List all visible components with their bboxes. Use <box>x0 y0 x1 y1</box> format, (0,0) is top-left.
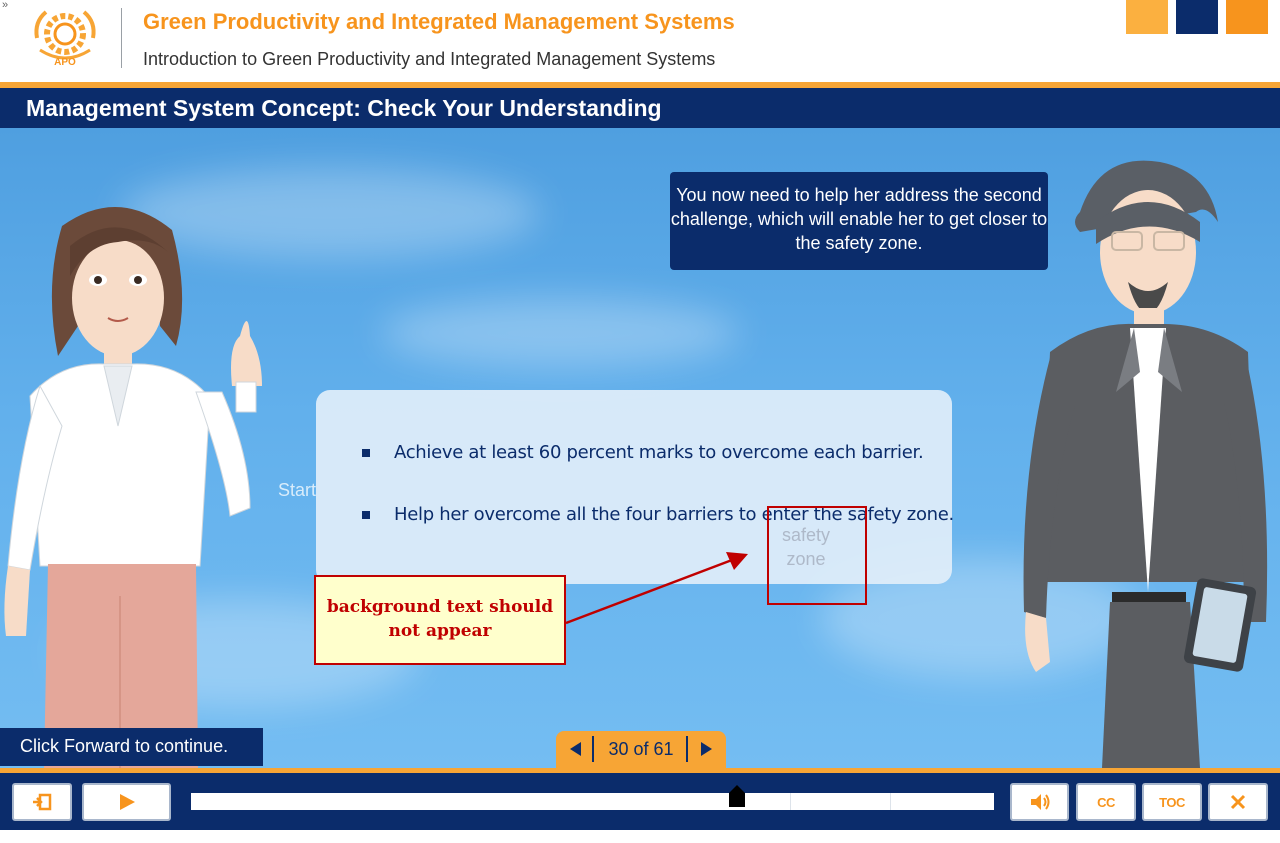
woman-character <box>4 206 262 768</box>
exit-icon <box>33 793 52 811</box>
pager-divider <box>686 736 688 762</box>
previous-slide-icon[interactable] <box>566 739 586 759</box>
brand-square-orange <box>1226 0 1268 34</box>
progress-tick <box>790 793 791 810</box>
captions-label: CC <box>1097 795 1115 810</box>
exit-button[interactable] <box>12 783 72 821</box>
brand-square-orange-light <box>1126 0 1168 34</box>
course-player: » APO Green Productivity and Integrated … <box>0 0 1280 843</box>
progress-handle[interactable] <box>729 785 746 807</box>
volume-icon <box>1030 794 1049 810</box>
next-slide-icon[interactable] <box>696 739 716 759</box>
pager-divider <box>592 736 594 762</box>
course-header: » APO Green Productivity and Integrated … <box>0 0 1280 82</box>
close-icon <box>1230 794 1246 810</box>
slide-stage: You now need to help her address the sec… <box>0 128 1280 768</box>
slide-pager: 30 of 61 <box>556 731 726 768</box>
apo-logo: APO <box>34 10 96 68</box>
toc-button[interactable]: TOC <box>1142 783 1202 821</box>
play-button[interactable] <box>82 783 171 821</box>
toc-label: TOC <box>1159 795 1185 810</box>
instruction-item: Achieve at least 60 percent marks to ove… <box>362 442 924 463</box>
logo-divider <box>121 8 122 68</box>
close-button[interactable] <box>1208 783 1268 821</box>
slide-title-bar: Management System Concept: Check Your Un… <box>0 88 1280 128</box>
brand-square-navy <box>1176 0 1218 34</box>
instruction-text: Help her overcome all the four barriers … <box>394 504 954 525</box>
course-subtitle: Introduction to Green Productivity and I… <box>143 49 716 69</box>
bottom-margin <box>0 830 1280 843</box>
player-controls: CC TOC <box>0 773 1280 830</box>
speech-bubble: You now need to help her address the sec… <box>670 172 1048 270</box>
progress-tick <box>890 793 891 810</box>
bullet-icon <box>362 449 370 457</box>
annotation-arrow <box>565 552 748 625</box>
play-icon <box>119 794 135 810</box>
instruction-text: Achieve at least 60 percent marks to ove… <box>394 442 924 463</box>
course-title: Green Productivity and Integrated Manage… <box>143 9 735 34</box>
volume-button[interactable] <box>1010 783 1069 821</box>
man-character <box>1023 160 1268 768</box>
bullet-icon <box>362 511 370 519</box>
continue-hint: Click Forward to continue. <box>0 728 263 766</box>
corner-expand-icon[interactable]: » <box>2 0 8 11</box>
background-start-label: Start <box>278 480 317 500</box>
cloud <box>380 298 740 368</box>
svg-text:APO: APO <box>54 57 76 68</box>
captions-button[interactable]: CC <box>1076 783 1136 821</box>
progress-track[interactable] <box>191 793 994 810</box>
annotation-callout: background text should not appear <box>314 575 566 665</box>
annotation-highlight-box <box>767 506 867 605</box>
slide-counter: 30 of 61 <box>608 739 674 759</box>
slide-title: Management System Concept: Check Your Un… <box>26 95 662 121</box>
